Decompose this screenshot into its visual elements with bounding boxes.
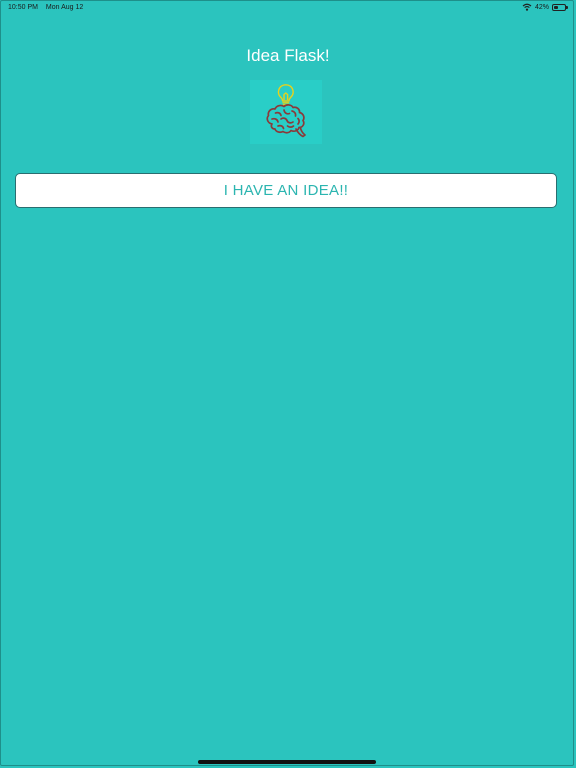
app-title: Idea Flask! bbox=[246, 46, 330, 65]
home-indicator[interactable] bbox=[198, 760, 376, 764]
battery-fill bbox=[554, 5, 558, 9]
battery-icon bbox=[552, 3, 568, 11]
status-time: 10:50 PM bbox=[8, 4, 38, 11]
idea-button[interactable]: I HAVE AN IDEA!! bbox=[15, 173, 557, 208]
wifi-icon bbox=[522, 3, 532, 11]
lightbulb-brain-icon bbox=[250, 80, 322, 144]
status-date: Mon Aug 12 bbox=[45, 4, 84, 11]
lightbulb-icon bbox=[277, 84, 294, 106]
brain-icon bbox=[266, 104, 306, 138]
battery-percent: 42% bbox=[534, 3, 549, 11]
status-bar: 10:50 PM Mon Aug 12 42% bbox=[0, 0, 576, 16]
status-left: 10:50 PM Mon Aug 12 bbox=[8, 4, 83, 11]
status-right: 42% bbox=[522, 3, 568, 11]
